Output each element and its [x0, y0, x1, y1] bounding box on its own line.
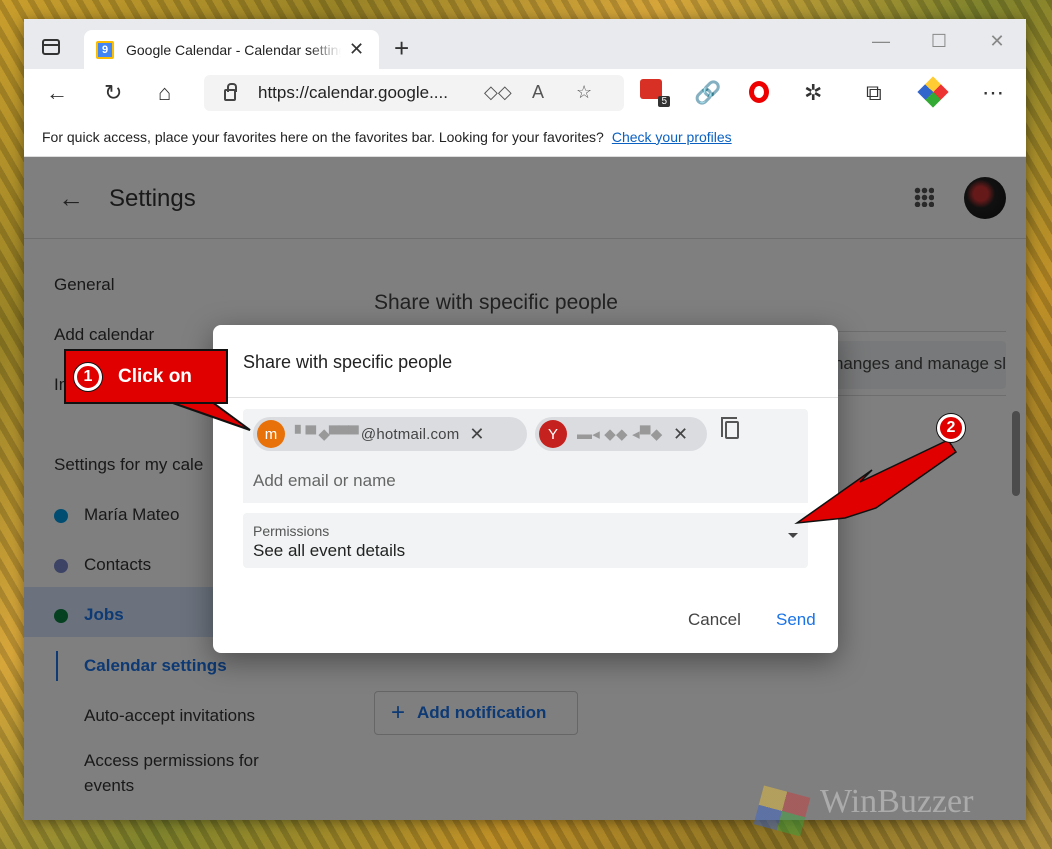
- redacted-text: ▘▀ ◆▀▀▀: [295, 426, 361, 443]
- dropdown-caret-icon[interactable]: [788, 533, 798, 538]
- remove-chip-icon[interactable]: ✕: [469, 424, 484, 445]
- close-window-icon[interactable]: ✕: [968, 19, 1026, 63]
- immersive-reader-icon[interactable]: ◇◇: [484, 82, 512, 103]
- check-profiles-link[interactable]: Check your profiles: [612, 129, 732, 145]
- tab-actions-icon[interactable]: [42, 39, 60, 55]
- people-input-box[interactable]: m ▘▀ ◆▀▀▀ @hotmail.com ✕ Y ▬◂ ◆◆ ◂▀◆ ✕ A…: [243, 409, 808, 503]
- chip-avatar: m: [257, 420, 285, 448]
- share-dialog: Share with specific people m ▘▀ ◆▀▀▀ @ho…: [213, 325, 838, 653]
- favorites-bar: For quick access, place your favorites h…: [24, 117, 1026, 157]
- person-chip[interactable]: Y ▬◂ ◆◆ ◂▀◆ ✕: [535, 417, 707, 451]
- link-icon[interactable]: 🔗: [694, 81, 721, 105]
- extensions-puzzle-icon[interactable]: ✲: [804, 81, 822, 105]
- new-tab-icon[interactable]: +: [394, 33, 409, 64]
- watermark-text: WinBuzzer: [820, 783, 974, 820]
- read-aloud-icon[interactable]: A: [532, 82, 544, 103]
- dialog-title: Share with specific people: [243, 352, 453, 372]
- chip-email: ▘▀ ◆▀▀▀ @hotmail.com: [295, 426, 460, 443]
- more-menu-icon[interactable]: ⋯: [982, 81, 1004, 105]
- calendar-favicon-icon: 9: [96, 40, 114, 59]
- permissions-label: Permissions: [253, 523, 330, 539]
- callout-1-text: Click on: [118, 365, 192, 387]
- remove-chip-icon[interactable]: ✕: [673, 424, 688, 445]
- permissions-select[interactable]: Permissions See all event details: [243, 513, 808, 568]
- opera-extension-icon[interactable]: [749, 81, 769, 103]
- tab-title: Google Calendar - Calendar settings: [126, 41, 341, 58]
- step-badge-2: 2: [937, 414, 965, 442]
- lock-icon[interactable]: [224, 83, 237, 101]
- cancel-button[interactable]: Cancel: [688, 610, 741, 630]
- extension-icon[interactable]: 5: [640, 79, 670, 107]
- back-icon[interactable]: ←: [46, 81, 68, 105]
- collections-icon[interactable]: ⧉: [866, 81, 882, 105]
- tab-strip: 9 Google Calendar - Calendar settings ✕ …: [24, 19, 1026, 69]
- url-text: https://calendar.google....: [258, 83, 448, 102]
- dialog-divider: [213, 397, 838, 398]
- permissions-value: See all event details: [253, 541, 406, 560]
- minimize-icon[interactable]: —: [852, 19, 910, 63]
- address-bar[interactable]: https://calendar.google.... ◇◇ A ☆: [204, 75, 624, 111]
- copy-icon[interactable]: [721, 417, 739, 439]
- chip-avatar: Y: [539, 420, 567, 448]
- browser-toolbar: ← ↻ ⌂ https://calendar.google.... ◇◇ A ☆…: [24, 69, 1026, 117]
- add-email-input[interactable]: Add email or name: [253, 471, 396, 491]
- reload-icon[interactable]: ↻: [104, 81, 122, 105]
- close-tab-icon[interactable]: ✕: [349, 39, 364, 60]
- home-icon[interactable]: ⌂: [158, 81, 171, 105]
- favorites-hint: For quick access, place your favorites h…: [42, 128, 604, 145]
- person-chip[interactable]: m ▘▀ ◆▀▀▀ @hotmail.com ✕: [253, 417, 527, 451]
- cube-extension-icon[interactable]: [917, 76, 949, 108]
- callout-1: 1 Click on: [64, 349, 228, 404]
- redacted-text: ▬◂ ◆◆ ◂▀◆: [577, 426, 663, 443]
- step-badge-1: 1: [74, 362, 102, 391]
- send-button[interactable]: Send: [776, 610, 816, 630]
- maximize-icon[interactable]: ☐: [910, 19, 968, 63]
- add-favorite-icon[interactable]: ☆: [576, 82, 592, 103]
- tab-google-calendar[interactable]: 9 Google Calendar - Calendar settings ✕: [84, 30, 379, 69]
